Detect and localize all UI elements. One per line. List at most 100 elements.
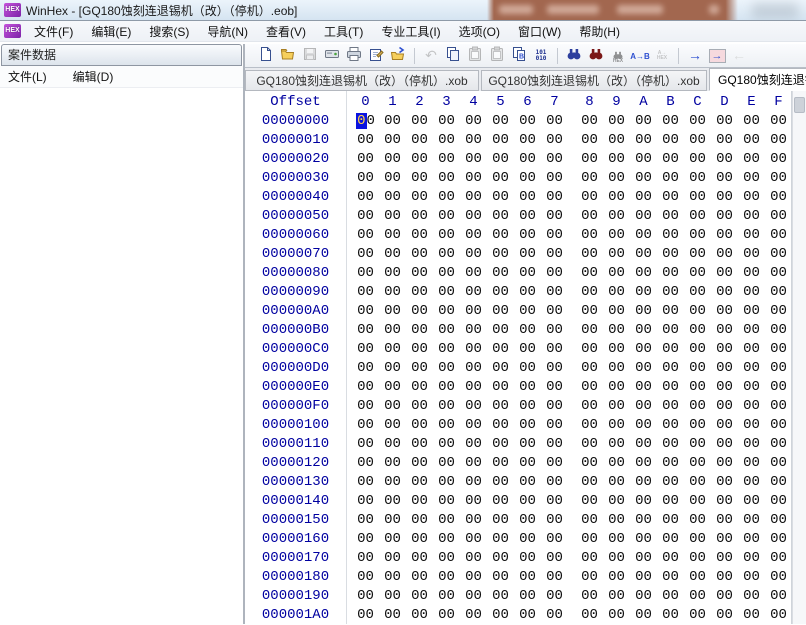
hex-byte[interactable]: 00 [711,131,738,150]
hex-byte[interactable]: 00 [711,359,738,378]
hex-byte[interactable]: 00 [576,359,603,378]
hex-byte[interactable]: 00 [541,530,568,549]
hex-byte[interactable]: 00 [576,302,603,321]
hex-byte[interactable]: 00 [765,454,792,473]
hex-byte[interactable]: 00 [684,530,711,549]
hex-byte[interactable]: 00 [487,492,514,511]
menu-item[interactable]: 窗口(W) [509,22,570,42]
hex-byte[interactable]: 00 [487,416,514,435]
hex-byte[interactable]: 00 [352,169,379,188]
hex-byte[interactable]: 00 [576,416,603,435]
hex-byte[interactable]: 00 [514,169,541,188]
hex-byte[interactable]: 00 [433,511,460,530]
hex-byte[interactable]: 00 [379,283,406,302]
print-button[interactable] [343,46,365,66]
hex-byte[interactable]: 00 [738,530,765,549]
hex-byte[interactable]: 00 [514,188,541,207]
hex-byte[interactable]: 00 [657,549,684,568]
hex-byte[interactable]: 00 [576,207,603,226]
hex-byte[interactable]: 00 [379,606,406,625]
hex-byte[interactable]: 00 [460,340,487,359]
hex-byte[interactable]: 00 [379,568,406,587]
hex-byte[interactable]: 00 [684,188,711,207]
hex-byte[interactable]: 00 [738,416,765,435]
hex-byte[interactable]: 00 [541,473,568,492]
hex-byte[interactable]: 00 [576,340,603,359]
hex-byte[interactable]: 00 [738,473,765,492]
hex-byte[interactable]: 00 [711,169,738,188]
hex-byte[interactable]: 00 [684,454,711,473]
hex-byte[interactable]: 00 [738,492,765,511]
hex-byte[interactable]: 00 [433,226,460,245]
hex-byte[interactable]: 00 [684,321,711,340]
hex-byte[interactable]: 00 [487,378,514,397]
hex-byte[interactable]: 00 [765,321,792,340]
hex-byte[interactable]: 00 [738,340,765,359]
hex-byte[interactable]: 00 [541,359,568,378]
hex-byte[interactable]: 00 [738,397,765,416]
hex-byte[interactable]: 00 [765,264,792,283]
hex-byte[interactable]: 00 [603,511,630,530]
hex-byte[interactable]: 00 [684,283,711,302]
hex-byte[interactable]: 00 [487,568,514,587]
hex-byte[interactable]: 00 [487,359,514,378]
document-tab[interactable]: GQ180蚀刻连退锡机（改）（停机）.xob [481,70,707,91]
hex-byte[interactable]: 00 [460,226,487,245]
hex-byte[interactable]: 00 [406,245,433,264]
hex-byte[interactable]: 00 [514,549,541,568]
hex-byte[interactable]: 00 [657,131,684,150]
hex-byte[interactable]: 00 [352,568,379,587]
hex-byte[interactable]: 00 [684,397,711,416]
hex-byte[interactable]: 00 [711,587,738,606]
hex-byte[interactable]: 00 [514,226,541,245]
hex-byte[interactable]: 00 [460,454,487,473]
hex-byte[interactable]: 00 [541,302,568,321]
hex-byte[interactable]: 00 [657,587,684,606]
copy-block-button[interactable] [442,46,464,66]
hex-byte[interactable]: 00 [738,207,765,226]
hex-byte[interactable]: 00 [630,207,657,226]
hex-byte[interactable]: 00 [541,549,568,568]
hex-byte[interactable]: 00 [352,188,379,207]
hex-byte[interactable]: 00 [514,416,541,435]
hex-byte[interactable]: 00 [352,340,379,359]
hex-byte[interactable]: 00 [657,454,684,473]
hex-byte[interactable]: 00 [406,606,433,625]
hex-byte[interactable]: 00 [711,283,738,302]
hex-byte[interactable]: 00 [406,264,433,283]
hex-byte[interactable]: 00 [352,606,379,625]
hex-byte[interactable]: 00 [603,169,630,188]
hex-byte[interactable]: 00 [487,321,514,340]
hex-byte[interactable]: 00 [738,245,765,264]
hex-byte[interactable]: 00 [765,302,792,321]
hex-byte[interactable]: 00 [460,283,487,302]
hex-byte[interactable]: 00 [460,188,487,207]
hex-byte[interactable]: 00 [603,321,630,340]
hex-byte[interactable]: 00 [657,150,684,169]
hex-byte[interactable]: 00 [541,397,568,416]
hex-byte[interactable]: 00 [514,264,541,283]
hex-byte[interactable]: 00 [460,207,487,226]
backup-manager-button[interactable] [387,46,409,66]
hex-byte[interactable]: 00 [433,397,460,416]
hex-byte[interactable]: 00 [711,226,738,245]
hex-byte[interactable]: 00 [406,207,433,226]
hex-byte[interactable]: 00 [406,492,433,511]
vertical-scrollbar[interactable] [792,91,806,624]
hex-byte[interactable]: 00 [630,454,657,473]
hex-byte[interactable]: 00 [433,587,460,606]
menu-item[interactable]: 工具(T) [315,22,372,42]
hex-byte[interactable]: 00 [603,340,630,359]
hex-byte[interactable]: 00 [352,131,379,150]
hex-byte[interactable]: 00 [603,112,630,131]
hex-byte[interactable]: 00 [576,150,603,169]
hex-byte[interactable]: 00 [576,492,603,511]
hex-byte[interactable]: 00 [657,511,684,530]
hex-byte[interactable]: 00 [684,226,711,245]
hex-byte[interactable]: 00 [603,283,630,302]
hex-byte[interactable]: 00 [603,416,630,435]
hex-byte[interactable]: 00 [514,112,541,131]
hex-byte[interactable]: 00 [433,530,460,549]
goto-block-button[interactable]: → [706,46,728,66]
hex-byte[interactable]: 00 [738,511,765,530]
